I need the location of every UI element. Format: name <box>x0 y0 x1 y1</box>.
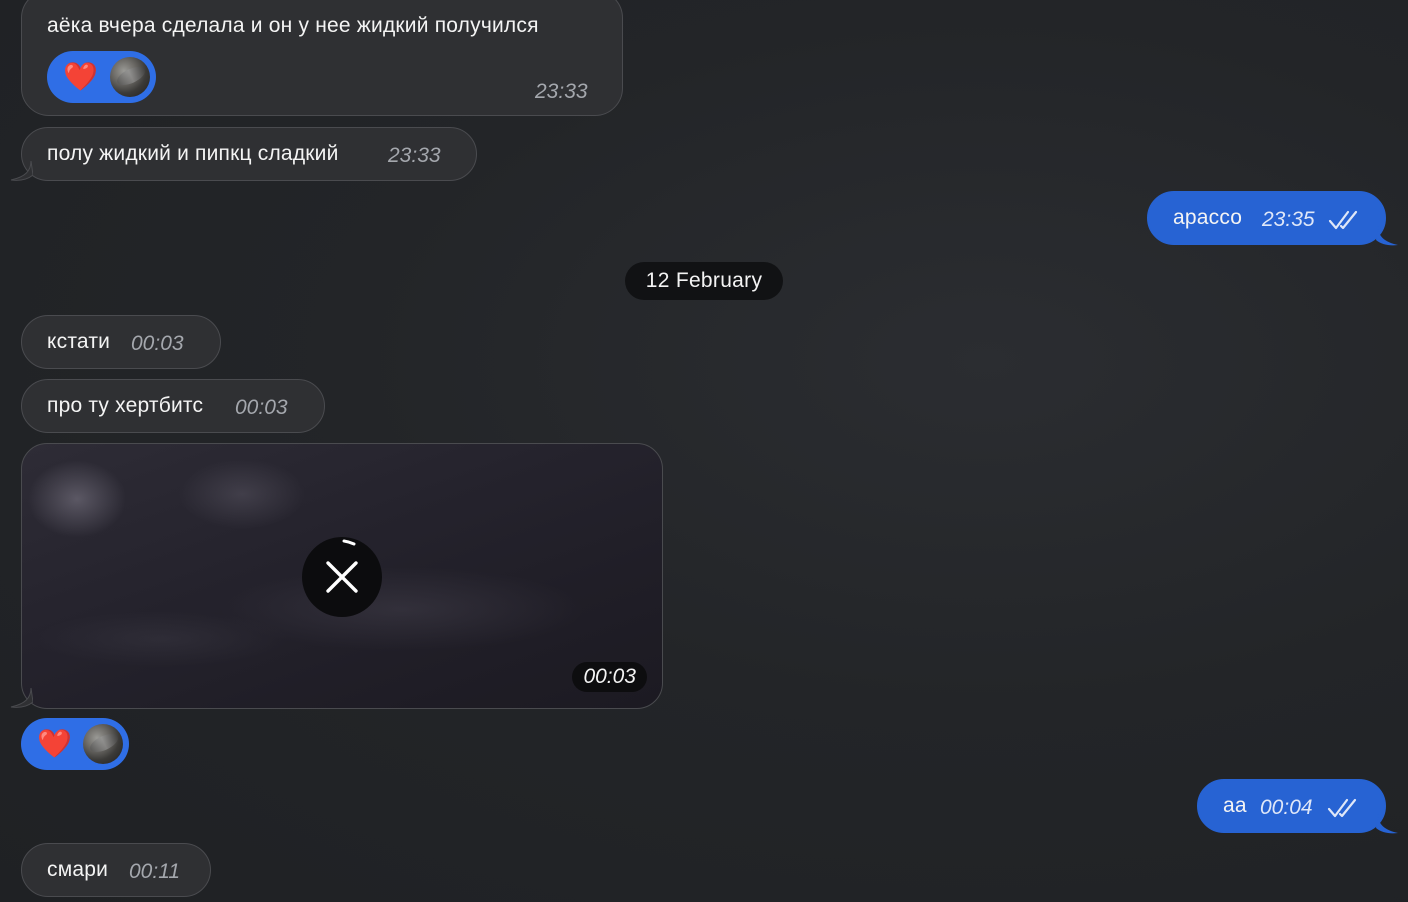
avatar <box>110 57 150 97</box>
heart-icon: ❤️ <box>63 60 98 93</box>
incoming-message[interactable]: смари 00:11 <box>21 843 211 897</box>
message-text: про ту хертбитс <box>47 394 204 417</box>
message-text: кстати <box>47 330 111 353</box>
chat-history: аёка вчера сделала и он у нее жидкий пол… <box>0 0 1408 902</box>
incoming-message[interactable]: полу жидкий и пипкц сладкий 23:33 <box>21 127 477 181</box>
message-text: полу жидкий и пипкц сладкий <box>47 142 339 165</box>
double-check-icon <box>1327 798 1357 818</box>
media-duration: 00:03 <box>572 662 647 692</box>
outgoing-message[interactable]: аа 00:04 <box>1197 779 1386 833</box>
incoming-message[interactable]: аёка вчера сделала и он у нее жидкий пол… <box>21 0 623 116</box>
message-time: 00:03 <box>131 332 184 355</box>
bubble-tail <box>10 161 33 181</box>
close-icon <box>326 539 358 593</box>
heart-icon: ❤️ <box>37 727 72 760</box>
cancel-download-button[interactable] <box>302 537 382 617</box>
avatar <box>83 724 123 764</box>
media-message[interactable]: 00:03 <box>21 443 663 709</box>
date-separator: 12 February <box>625 262 783 300</box>
bubble-tail <box>1376 226 1398 246</box>
message-time: 00:11 <box>129 860 180 883</box>
double-check-icon <box>1328 210 1358 230</box>
bubble-tail <box>10 688 33 708</box>
incoming-message[interactable]: кстати 00:03 <box>21 315 221 369</box>
message-text: аа <box>1223 794 1247 817</box>
incoming-message[interactable]: про ту хертбитс 00:03 <box>21 379 325 433</box>
reaction-heart[interactable]: ❤️ <box>47 51 156 103</box>
message-time: 00:03 <box>235 396 288 419</box>
message-time: 00:04 <box>1260 796 1313 819</box>
outgoing-message[interactable]: арассо 23:35 <box>1147 191 1386 245</box>
message-text: смари <box>47 858 109 881</box>
reaction-heart[interactable]: ❤️ <box>21 718 129 770</box>
message-time: 23:35 <box>1262 208 1315 231</box>
bubble-tail <box>1376 814 1398 834</box>
message-time: 23:33 <box>388 144 441 167</box>
message-text: арассо <box>1173 206 1243 229</box>
message-text: аёка вчера сделала и он у нее жидкий пол… <box>47 14 539 37</box>
message-time: 23:33 <box>535 80 588 103</box>
